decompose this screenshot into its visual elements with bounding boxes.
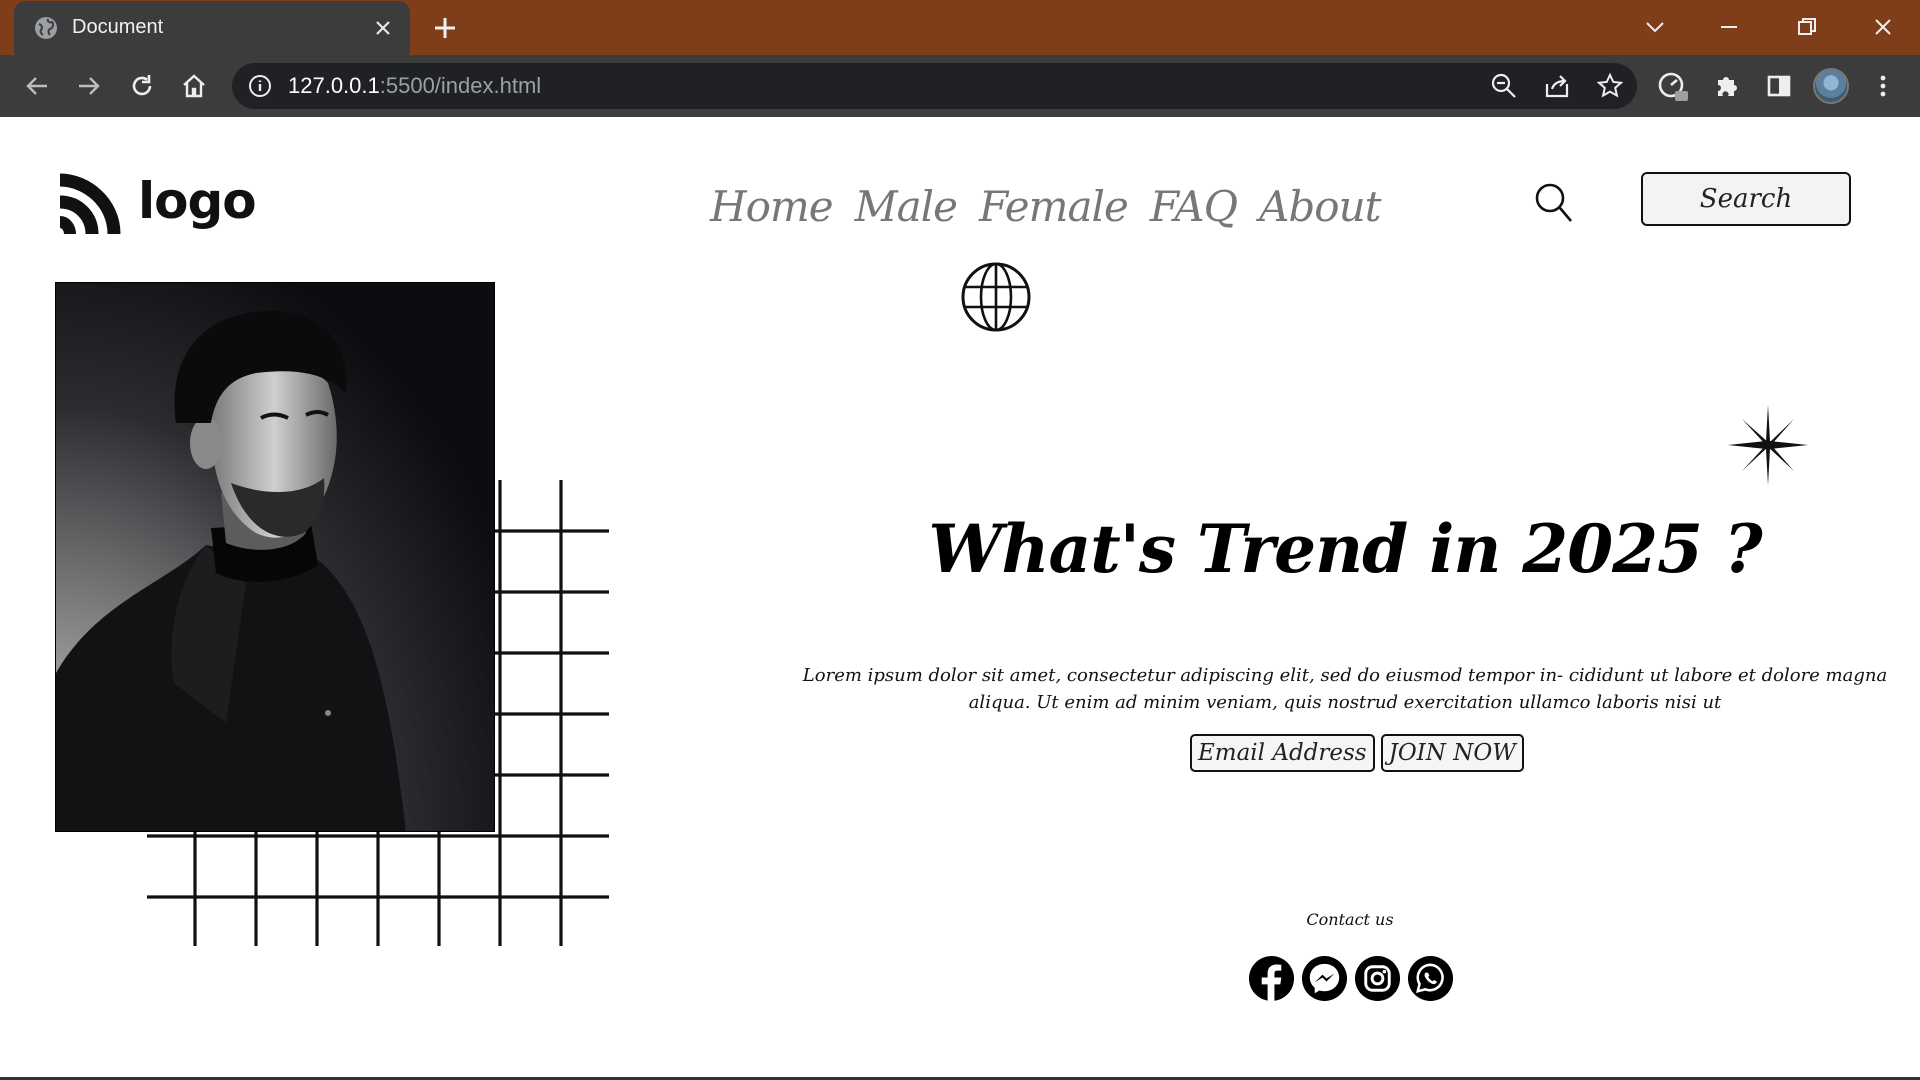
menu-kebab-icon[interactable]	[1866, 69, 1900, 103]
instagram-icon[interactable]	[1354, 955, 1401, 1002]
share-icon[interactable]	[1543, 72, 1571, 100]
contact-label: Contact us	[1306, 910, 1394, 929]
address-bar[interactable]: 127.0.0.1:5500/index.html	[232, 63, 1637, 109]
join-now-button[interactable]: JOIN NOW	[1380, 734, 1524, 772]
reload-icon[interactable]	[125, 69, 159, 103]
hero-paragraph: Lorem ipsum dolor sit amet, consectetur …	[802, 665, 1888, 713]
browser-toolbar: 127.0.0.1:5500/index.html	[0, 55, 1920, 117]
new-tab-plus-icon[interactable]	[430, 13, 460, 43]
nav-female[interactable]: Female	[979, 182, 1129, 231]
hero-headline: What's Trend in 2025 ?	[928, 510, 1762, 588]
whatsapp-icon[interactable]	[1407, 955, 1454, 1002]
logo-text[interactable]: logo	[138, 172, 257, 230]
close-tab-icon[interactable]	[370, 15, 396, 41]
search-button[interactable]: Search	[1641, 172, 1851, 226]
main-nav: Home Male Female FAQ About	[710, 182, 1382, 231]
facebook-icon[interactable]	[1248, 955, 1295, 1002]
social-links	[1248, 955, 1454, 1002]
bookmark-star-icon[interactable]	[1596, 72, 1624, 100]
zoom-out-icon[interactable]	[1490, 72, 1518, 100]
globe-icon	[961, 262, 1031, 332]
site-info-icon[interactable]	[248, 74, 272, 98]
search-icon[interactable]	[1534, 182, 1574, 224]
url-text[interactable]: 127.0.0.1:5500/index.html	[288, 73, 541, 99]
email-field[interactable]: Email Address	[1190, 734, 1375, 772]
portrait-illustration	[56, 310, 406, 831]
back-arrow-icon[interactable]	[20, 69, 54, 103]
forward-arrow-icon[interactable]	[72, 69, 106, 103]
nav-faq[interactable]: FAQ	[1150, 182, 1238, 231]
tab-title: Document	[72, 16, 164, 38]
signup-form: Email Address JOIN NOW	[1190, 734, 1524, 772]
restore-icon[interactable]	[1790, 10, 1824, 44]
nav-male[interactable]: Male	[855, 182, 958, 231]
close-window-icon[interactable]	[1866, 10, 1900, 44]
tab-search-chevron-icon[interactable]	[1638, 10, 1672, 44]
globe-favicon-icon	[35, 17, 57, 39]
url-path: :5500/index.html	[379, 73, 542, 98]
side-panel-icon[interactable]	[1762, 69, 1796, 103]
nav-about[interactable]: About	[1259, 182, 1381, 231]
model-portrait-photo	[55, 282, 495, 832]
profile-avatar[interactable]	[1813, 68, 1849, 104]
nav-home[interactable]: Home	[710, 182, 834, 231]
messenger-icon[interactable]	[1301, 955, 1348, 1002]
home-icon[interactable]	[177, 69, 211, 103]
browser-titlebar: Document	[0, 0, 1920, 55]
extension-gauge-icon[interactable]	[1656, 69, 1690, 103]
extensions-puzzle-icon[interactable]	[1710, 69, 1744, 103]
url-host: 127.0.0.1	[288, 73, 380, 98]
logo-rss-icon	[59, 173, 121, 235]
sparkle-star-icon	[1728, 405, 1808, 485]
minimize-icon[interactable]	[1712, 10, 1746, 44]
browser-tab[interactable]: Document	[14, 1, 410, 55]
